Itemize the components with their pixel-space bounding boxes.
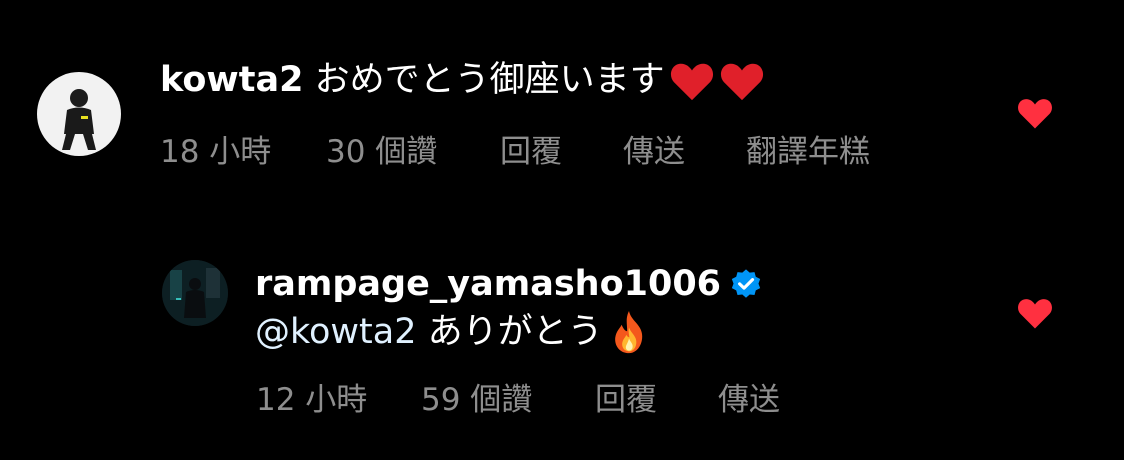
send-button[interactable]: 傳送 (718, 380, 780, 420)
like-count-button[interactable]: 59 個讚 (421, 380, 532, 420)
mention-link[interactable]: @kowta2 (255, 312, 417, 352)
comment-body: kowta2 おめでとう御座います (160, 52, 765, 108)
comment-text: ありがとう (427, 312, 603, 352)
avatar[interactable] (37, 72, 121, 156)
avatar[interactable] (162, 260, 228, 326)
comment-text: おめでとう御座います (314, 60, 665, 100)
comment-timestamp: 12 小時 (256, 382, 368, 418)
like-heart-icon[interactable] (1016, 96, 1054, 130)
send-button[interactable]: 傳送 (623, 132, 685, 172)
like-heart-icon[interactable] (1016, 296, 1054, 330)
reply-button[interactable]: 回覆 (595, 380, 657, 420)
comment-body: @kowta2 ありがとう (255, 306, 651, 358)
translate-button[interactable]: 翻譯年糕 (746, 132, 870, 172)
reply-button[interactable]: 回覆 (500, 132, 562, 172)
red-heart-emoji (720, 63, 763, 101)
comment-timestamp: 18 小時 (160, 134, 272, 170)
like-count-button[interactable]: 30 個讚 (326, 132, 437, 172)
verified-badge-icon (731, 269, 761, 298)
fire-emoji (614, 311, 642, 354)
comment-username[interactable]: kowta2 (160, 60, 303, 100)
comment-username[interactable]: rampage_yamasho1006 (255, 264, 721, 304)
red-heart-emoji (670, 63, 713, 101)
comment-header: rampage_yamasho1006 (255, 260, 763, 308)
